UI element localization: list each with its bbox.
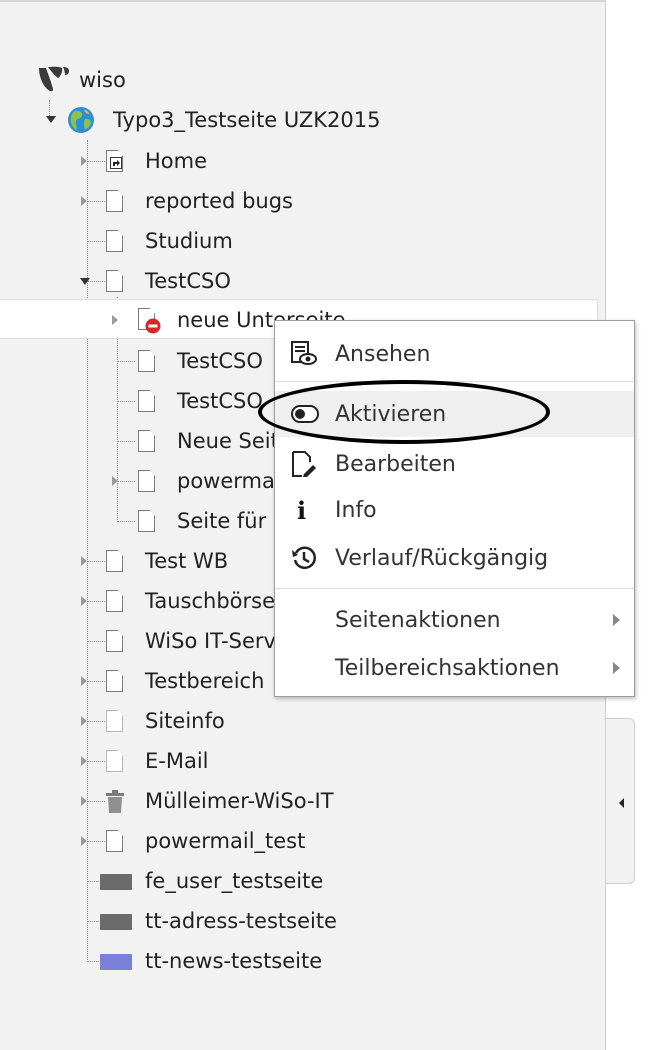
tree-node-label: Studium bbox=[145, 229, 233, 253]
expand-arrow-icon[interactable] bbox=[81, 196, 87, 206]
tree-node-label: fe_user_testseite bbox=[145, 869, 324, 893]
tree-node-powermail-test[interactable]: powermail_test bbox=[0, 823, 600, 859]
page-icon bbox=[106, 830, 123, 852]
page-icon bbox=[106, 550, 123, 572]
menu-item-aktivieren[interactable]: Aktivieren bbox=[275, 391, 634, 437]
menu-item-label: Ansehen bbox=[335, 341, 431, 367]
folder-icon bbox=[100, 914, 132, 930]
collapse-arrow-icon bbox=[619, 798, 624, 808]
submenu-arrow-icon bbox=[613, 662, 620, 674]
tree-node-fe-user-testseite[interactable]: fe_user_testseite bbox=[0, 863, 600, 899]
expand-arrow-icon[interactable] bbox=[81, 596, 87, 606]
collapse-arrow-icon[interactable] bbox=[80, 278, 90, 285]
expand-arrow-icon[interactable] bbox=[81, 156, 87, 166]
menu-separator bbox=[275, 381, 634, 382]
tree-node-studium[interactable]: Studium bbox=[0, 223, 600, 259]
tree-node-label: tt-news-testseite bbox=[145, 949, 323, 973]
menu-item-label: Seitenaktionen bbox=[335, 607, 501, 633]
tree-node-label: reported bugs bbox=[145, 189, 293, 213]
tree-node-label: Siteinfo bbox=[145, 709, 225, 733]
hidden-badge-icon bbox=[145, 318, 161, 334]
trash-icon bbox=[106, 790, 124, 813]
collapse-tree-button[interactable] bbox=[606, 718, 635, 884]
menu-item-label: Bearbeiten bbox=[335, 451, 456, 477]
menu-item-label: Aktivieren bbox=[335, 401, 447, 427]
tree-node-label: Tauschbörse bbox=[145, 589, 275, 613]
expand-arrow-icon[interactable] bbox=[81, 716, 87, 726]
tree-node-label: tt-adress-testseite bbox=[145, 909, 337, 933]
folder-icon bbox=[100, 954, 132, 970]
collapse-arrow-icon[interactable] bbox=[46, 116, 56, 123]
expand-arrow-icon[interactable] bbox=[81, 836, 87, 846]
expand-arrow-icon[interactable] bbox=[112, 315, 118, 325]
tree-node-label: TestCSO bbox=[145, 269, 231, 293]
expand-arrow-icon[interactable] bbox=[81, 556, 87, 566]
info-icon: i bbox=[297, 496, 307, 525]
tree-node-home[interactable]: Home bbox=[0, 143, 600, 179]
page-icon bbox=[138, 470, 155, 492]
tree-node-label: Seite für bbox=[177, 509, 267, 533]
menu-item-verlauf[interactable]: Verlauf/Rückgängig bbox=[275, 535, 634, 581]
tree-node-reported-bugs[interactable]: reported bugs bbox=[0, 183, 600, 219]
menu-item-seitenaktionen[interactable]: Seitenaktionen bbox=[275, 597, 634, 643]
tree-node-testcso[interactable]: TestCSO bbox=[0, 263, 600, 299]
menu-item-label: Verlauf/Rückgängig bbox=[335, 545, 549, 571]
context-menu: Ansehen Aktivieren Bearbeiten i Info Ver… bbox=[274, 320, 635, 697]
history-icon bbox=[292, 546, 316, 570]
tree-node-label: Home bbox=[145, 149, 208, 173]
tree-node-label: powermail bbox=[177, 469, 287, 493]
page-icon bbox=[106, 590, 123, 612]
tree-node-label: powermail_test bbox=[145, 829, 306, 853]
folder-icon bbox=[100, 874, 132, 890]
tree-root-label: wiso bbox=[79, 68, 126, 92]
page-icon bbox=[106, 670, 123, 692]
tree-node-tt-news-testseite[interactable]: tt-news-testseite bbox=[0, 943, 600, 979]
page-icon bbox=[106, 630, 123, 652]
expand-arrow-icon[interactable] bbox=[81, 676, 87, 686]
typo3-logo-icon bbox=[39, 66, 69, 92]
shortcut-arrow-icon bbox=[110, 157, 122, 169]
edit-icon bbox=[292, 451, 316, 477]
tree-node-label: TestCSO bbox=[177, 349, 263, 373]
submenu-arrow-icon bbox=[613, 614, 620, 626]
tree-node-label: Testbereich bbox=[145, 669, 265, 693]
page-icon bbox=[138, 350, 155, 372]
expand-arrow-icon[interactable] bbox=[112, 476, 118, 486]
menu-item-ansehen[interactable]: Ansehen bbox=[275, 331, 634, 377]
page-icon bbox=[138, 390, 155, 412]
menu-item-info[interactable]: i Info bbox=[275, 487, 634, 533]
tree-node-tt-adress-testseite[interactable]: tt-adress-testseite bbox=[0, 903, 600, 939]
menu-separator bbox=[275, 588, 634, 589]
expand-arrow-icon[interactable] bbox=[81, 756, 87, 766]
view-icon bbox=[291, 341, 317, 365]
tree-node-siteinfo[interactable]: Siteinfo bbox=[0, 703, 600, 739]
tree-node-label: TestCSO bbox=[177, 389, 263, 413]
menu-item-bearbeiten[interactable]: Bearbeiten bbox=[275, 441, 634, 487]
page-icon bbox=[106, 190, 123, 212]
page-icon bbox=[106, 710, 123, 732]
tree-node-muelleimer[interactable]: Mülleimer-WiSo-IT bbox=[0, 783, 600, 819]
page-icon bbox=[106, 750, 123, 772]
tree-node-label: Mülleimer-WiSo-IT bbox=[145, 789, 334, 813]
menu-item-label: Info bbox=[335, 497, 377, 523]
menu-item-teilbereichsaktionen[interactable]: Teilbereichsaktionen bbox=[275, 645, 634, 691]
page-icon bbox=[138, 510, 155, 532]
tree-node-email[interactable]: E-Mail bbox=[0, 743, 600, 779]
globe-icon bbox=[68, 107, 94, 133]
page-icon bbox=[106, 270, 123, 292]
menu-item-label: Teilbereichsaktionen bbox=[335, 655, 560, 681]
tree-node-label: Test WB bbox=[145, 549, 229, 573]
toggle-icon bbox=[291, 405, 319, 423]
page-icon bbox=[138, 430, 155, 452]
page-icon bbox=[106, 230, 123, 252]
expand-arrow-icon[interactable] bbox=[81, 796, 87, 806]
tree-node-label: E-Mail bbox=[145, 749, 209, 773]
tree-node-label: Typo3_Testseite UZK2015 bbox=[113, 108, 381, 132]
